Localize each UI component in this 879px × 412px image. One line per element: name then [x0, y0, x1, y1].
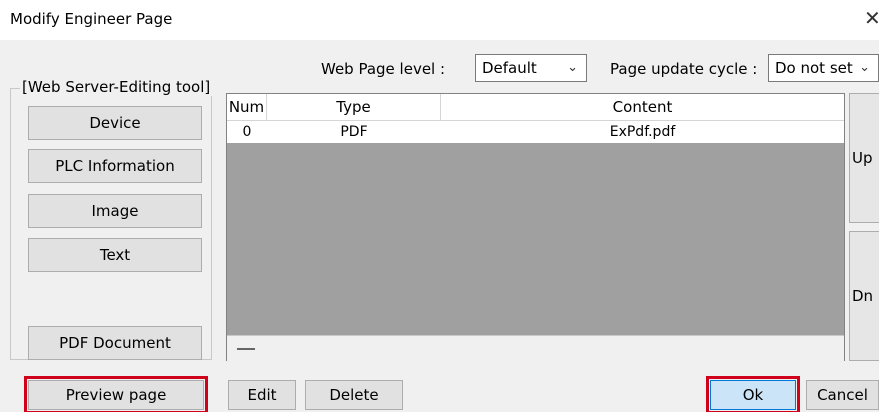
page-update-cycle-label: Page update cycle :	[610, 60, 758, 78]
web-page-level-value: Default	[482, 59, 537, 77]
row-num: 0	[242, 124, 252, 140]
image-button[interactable]: Image	[28, 194, 202, 228]
column-header-content[interactable]: Content	[441, 94, 844, 120]
table-row[interactable]: 0 PDF ExPdf.pdf	[227, 121, 844, 143]
list-header: Num Type Content	[227, 94, 844, 121]
chevron-down-icon: ⌄	[567, 60, 578, 75]
ok-button[interactable]: Ok	[706, 376, 800, 412]
page-update-cycle-value: Do not set	[775, 59, 853, 77]
content-list[interactable]: Num Type Content 0 PDF ExPdf.pdf	[226, 93, 845, 361]
row-content: ExPdf.pdf	[609, 124, 676, 140]
page-update-cycle-select[interactable]: Do not set ⌄	[768, 54, 879, 82]
move-down-button[interactable]: Dn	[849, 231, 879, 361]
editing-tool-title: [Web Server-Editing tool]	[20, 78, 213, 96]
web-page-level-select[interactable]: Default ⌄	[475, 54, 587, 82]
device-button[interactable]: Device	[28, 106, 202, 140]
column-header-num[interactable]: Num	[227, 94, 267, 120]
edit-button[interactable]: Edit	[228, 380, 296, 410]
close-icon[interactable]: ✕	[864, 6, 879, 30]
move-down-label: Dn	[852, 287, 874, 305]
text-button[interactable]: Text	[28, 238, 202, 272]
window-title: Modify Engineer Page	[10, 10, 173, 28]
plc-information-button[interactable]: PLC Information	[28, 149, 202, 183]
move-up-label: Up	[852, 149, 873, 167]
title-bar: Modify Engineer Page ✕	[0, 0, 879, 40]
move-up-button[interactable]: Up	[849, 93, 879, 223]
row-type: PDF	[340, 124, 368, 140]
list-bottom-strip	[227, 335, 844, 361]
pdf-document-button[interactable]: PDF Document	[28, 326, 202, 360]
preview-page-button[interactable]: Preview page	[24, 376, 208, 412]
cancel-button[interactable]: Cancel	[806, 380, 879, 410]
chevron-down-icon: ⌄	[859, 60, 870, 75]
web-page-level-label: Web Page level :	[321, 60, 446, 78]
column-header-type[interactable]: Type	[267, 94, 441, 120]
minus-icon	[237, 348, 255, 350]
delete-button[interactable]: Delete	[305, 380, 403, 410]
